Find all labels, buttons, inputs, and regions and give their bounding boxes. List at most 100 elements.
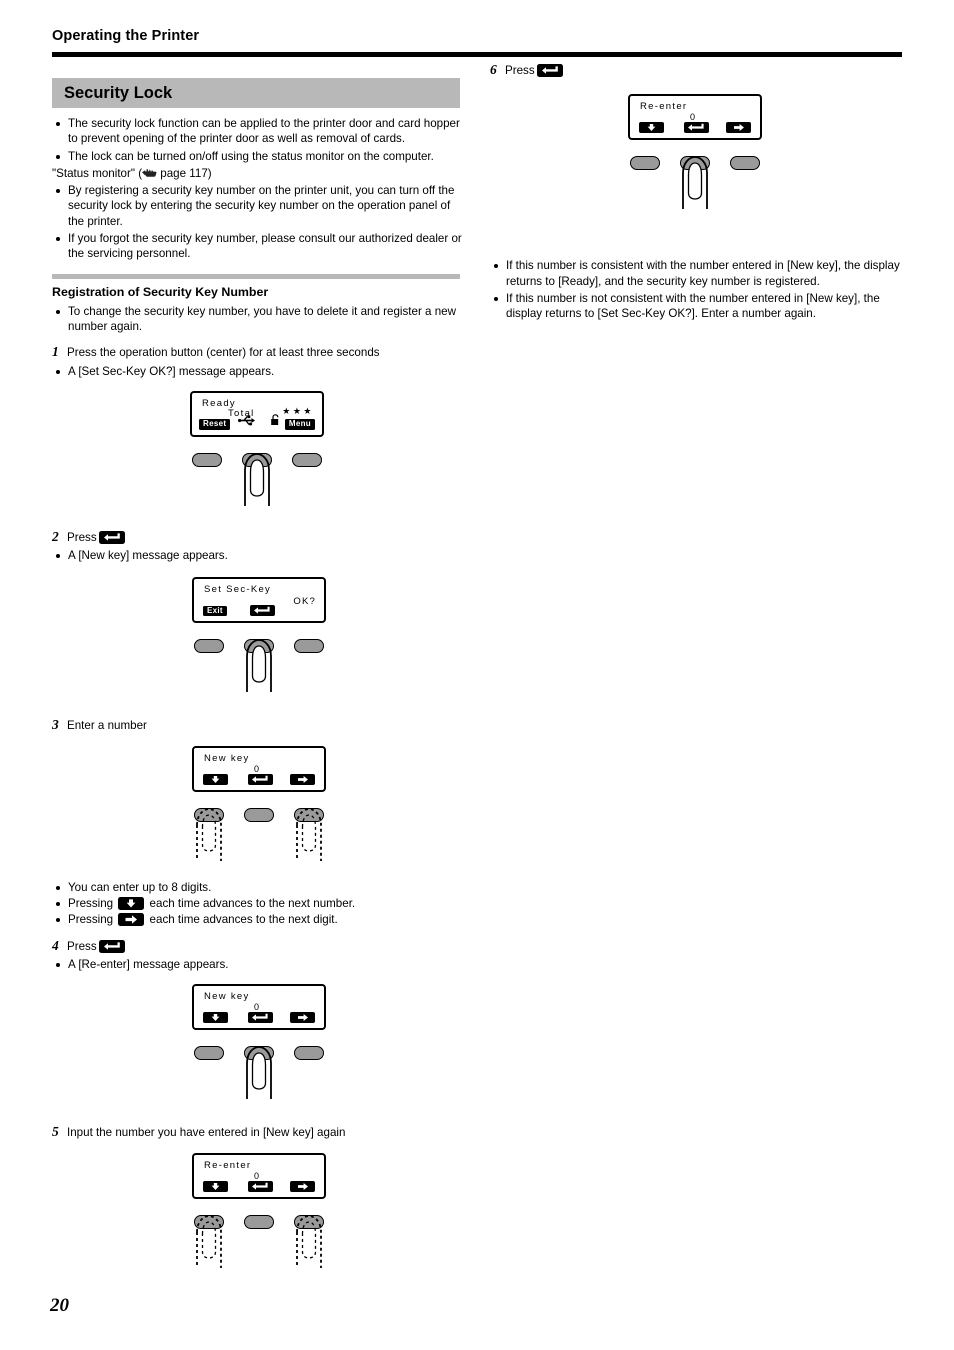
step-2: 2 Press [52, 529, 462, 545]
step-number: 6 [490, 62, 497, 77]
figure-new-key-panel-b: New key 0 [192, 984, 462, 1104]
operation-buttons-row [192, 1046, 326, 1104]
operation-buttons-row [192, 1212, 326, 1273]
right-arrow-key-icon [290, 773, 315, 785]
step-text: Input the number you have entered in [Ne… [67, 1126, 346, 1140]
finger-pointer-right [292, 805, 326, 863]
padlock-icon [270, 413, 281, 431]
right-arrow-key-icon [118, 913, 145, 927]
down-arrow-key-icon [639, 122, 664, 134]
right-column: 6 Press Re-enter 0 If this number is con… [490, 62, 902, 323]
page-number: 20 [50, 1295, 69, 1316]
operation-buttons-row [628, 156, 762, 214]
lcd-value: 0 [690, 112, 696, 123]
figure-new-key-panel-a: New key 0 [192, 745, 462, 866]
operation-button-left[interactable] [194, 639, 224, 654]
section-intro-bullets-2: By registering a security key number on … [52, 183, 462, 261]
cross-reference-line: "Status monitor" ( page 117) [52, 166, 462, 181]
lcd-ok-prompt: OK? [293, 596, 316, 608]
step-text: Press [505, 64, 535, 77]
operation-button-left[interactable] [194, 1046, 224, 1061]
list-item: Pressing each time advances to the next … [52, 896, 462, 911]
section-intro-bullets: The security lock function can be applie… [52, 116, 462, 164]
step-number: 2 [52, 528, 59, 544]
lcd-softkey-reset: Reset [199, 419, 231, 430]
note-text-after: each time advances to the next number. [146, 897, 356, 911]
enter-key-icon [248, 773, 273, 785]
finger-pointer-left [192, 805, 226, 863]
enter-key-icon [98, 530, 125, 544]
operation-button-left[interactable] [192, 452, 222, 467]
finger-pointer-center [678, 153, 712, 211]
list-item: If this number is not consistent with th… [490, 291, 902, 322]
lcd-line-1: New key [204, 991, 250, 1003]
step-number: 5 [52, 1124, 59, 1140]
step-text: Press [67, 530, 97, 544]
down-arrow-key-icon [203, 1012, 228, 1024]
finger-pointer-center [242, 636, 276, 694]
operation-buttons-row [190, 450, 324, 511]
right-arrow-key-icon [726, 122, 751, 134]
figure-re-enter-panel-b: Re-enter 0 [628, 94, 902, 214]
enter-key-icon [98, 939, 125, 953]
step-1-notes: A [Set Sec-Key OK?] message appears. [52, 364, 462, 379]
enter-key-icon [248, 1180, 273, 1192]
figure-set-sec-key-panel: Set Sec-Key OK? Exit [192, 577, 462, 697]
lcd-softkey-menu: Menu [284, 419, 315, 430]
right-arrow-key-icon [290, 1180, 315, 1192]
cross-reference-prefix: "Status monitor" ( [52, 166, 143, 180]
list-item: By registering a security key number on … [52, 183, 462, 229]
operation-button-left[interactable] [630, 156, 660, 171]
step-text: Press [67, 939, 97, 953]
lcd-display-new-key: New key 0 [192, 745, 326, 792]
lcd-display-new-key: New key 0 [192, 984, 326, 1031]
list-item: The lock can be turned on/off using the … [52, 149, 462, 164]
finger-pointer-right [292, 1212, 326, 1270]
operation-button-right[interactable] [294, 639, 324, 654]
manual-page: Operating the Printer Security Lock The … [0, 0, 954, 1350]
lcd-display-re-enter: Re-enter 0 [192, 1152, 326, 1199]
operation-button-right[interactable] [730, 156, 760, 171]
finger-pointer-center [240, 450, 274, 508]
pointing-hand-icon [142, 167, 157, 177]
subsection-note-list: To change the security key number, you h… [52, 304, 462, 335]
down-arrow-key-icon [203, 1180, 228, 1192]
lcd-display-re-enter: Re-enter 0 [628, 94, 762, 141]
list-item: To change the security key number, you h… [52, 304, 462, 335]
note-text-after: each time advances to the next digit. [146, 913, 338, 927]
operation-button-center[interactable] [244, 807, 274, 822]
lcd-stars: ★★★ [282, 405, 314, 416]
list-item: If you forgot the security key number, p… [52, 231, 462, 262]
operation-button-right[interactable] [294, 1046, 324, 1061]
lcd-display-set-sec-key: Set Sec-Key OK? Exit [192, 577, 326, 624]
right-arrow-key-icon [290, 1012, 315, 1024]
step-6-notes: If this number is consistent with the nu… [490, 258, 902, 321]
running-head: Operating the Printer [52, 28, 200, 44]
lcd-line-1: Re-enter [204, 1159, 252, 1171]
operation-buttons-row [192, 639, 326, 697]
operation-button-right[interactable] [292, 452, 322, 467]
list-item: A [Re-enter] message appears. [52, 957, 462, 972]
list-item: A [Set Sec-Key OK?] message appears. [52, 364, 462, 379]
step-5: 5 Input the number you have entered in [… [52, 1124, 462, 1140]
enter-key-icon [684, 122, 709, 134]
step-text: Press the operation button (center) for … [67, 346, 380, 360]
usb-icon [238, 413, 256, 431]
subsection-rule [52, 273, 460, 279]
lcd-softkey-exit: Exit [203, 605, 227, 617]
lcd-value: 0 [254, 1170, 260, 1181]
step-6: 6 Press [490, 62, 902, 78]
header-rule [52, 52, 902, 57]
lcd-value: 0 [254, 1002, 260, 1013]
list-item: The security lock function can be applie… [52, 116, 462, 147]
enter-key-icon [536, 64, 563, 77]
operation-buttons-row [192, 805, 326, 866]
down-arrow-key-icon [118, 897, 145, 911]
operation-button-center[interactable] [244, 1214, 274, 1229]
step-3: 3 Enter a number [52, 717, 462, 733]
step-4: 4 Press [52, 938, 462, 954]
figure-re-enter-panel-a: Re-enter 0 [192, 1152, 462, 1273]
step-3-notes: You can enter up to 8 digits. Pressing e… [52, 880, 462, 928]
subsection-title: Registration of Security Key Number [52, 284, 269, 299]
list-item: A [New key] message appears. [52, 548, 462, 563]
